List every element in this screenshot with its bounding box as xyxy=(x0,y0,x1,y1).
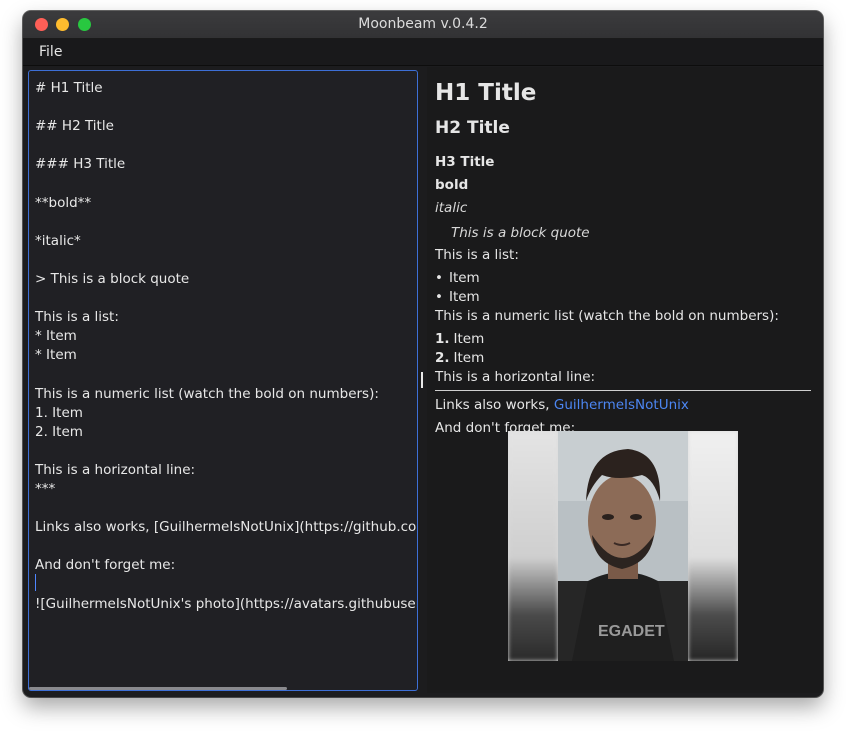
editor-text[interactable]: # H1 Title ## H2 Title ### H3 Title **bo… xyxy=(35,79,417,614)
pane-splitter[interactable] xyxy=(421,372,423,388)
preview-numeric-item: 2. Item xyxy=(435,350,484,366)
portrait-image: EGADET xyxy=(558,431,688,661)
list-number: 2. xyxy=(435,350,450,366)
list-item-text: Item xyxy=(453,331,485,347)
preview-hr-intro: This is a horizontal line: xyxy=(435,369,596,385)
svg-text:EGADET: EGADET xyxy=(598,623,665,640)
menu-bar: File xyxy=(23,39,823,66)
list-item-text: Item xyxy=(448,270,480,286)
markdown-preview: H1 Title H2 Title H3 Title bold italic T… xyxy=(427,67,823,693)
list-item-text: Item xyxy=(448,289,480,305)
app-window: Moonbeam v.0.4.2 File # H1 Title ## H2 T… xyxy=(23,11,823,697)
preview-numeric-intro: This is a numeric list (watch the bold o… xyxy=(435,308,779,324)
text-caret xyxy=(35,574,36,591)
title-bar[interactable]: Moonbeam v.0.4.2 xyxy=(23,11,823,39)
list-number: 1. xyxy=(435,331,450,347)
preview-italic: italic xyxy=(435,200,468,216)
preview-list-intro: This is a list: xyxy=(435,247,519,263)
menu-file[interactable]: File xyxy=(39,44,62,60)
preview-links-line: Links also works, GuilhermeIsNotUnix xyxy=(435,397,689,413)
links-prefix: Links also works, xyxy=(435,397,554,413)
bullet-icon: • xyxy=(435,270,443,286)
github-link[interactable]: GuilhermeIsNotUnix xyxy=(554,397,689,413)
preview-list-item: • Item xyxy=(435,270,480,286)
preview-bold: bold xyxy=(435,177,469,193)
horizontal-rule xyxy=(435,390,811,391)
preview-list-item: • Item xyxy=(435,289,480,305)
preview-blockquote: This is a block quote xyxy=(451,225,590,241)
list-item-text: Item xyxy=(453,350,485,366)
bullet-icon: • xyxy=(435,289,443,305)
profile-photo: EGADET xyxy=(508,431,738,661)
window-title: Moonbeam v.0.4.2 xyxy=(358,16,488,32)
preview-h1: H1 Title xyxy=(435,80,537,106)
horizontal-scrollbar[interactable] xyxy=(29,687,287,690)
preview-numeric-item: 1. Item xyxy=(435,331,484,347)
preview-h3: H3 Title xyxy=(435,154,495,170)
preview-h2: H2 Title xyxy=(435,118,510,138)
markdown-editor[interactable]: # H1 Title ## H2 Title ### H3 Title **bo… xyxy=(28,70,418,691)
